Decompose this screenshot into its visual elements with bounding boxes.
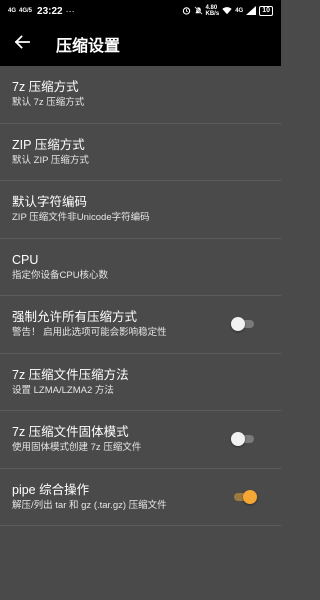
setting-subtitle: 默认 ZIP 压缩方式 bbox=[12, 154, 89, 166]
setting-title: 默认字符编码 bbox=[12, 195, 88, 210]
setting-subtitle: 警告！ 启用此选项可能会影响稳定性 bbox=[12, 327, 167, 339]
setting-title: 7z 压缩方式 bbox=[12, 80, 79, 95]
wifi-icon bbox=[222, 6, 232, 17]
network-indicator: 4G bbox=[8, 8, 17, 14]
setting-title: pipe 综合操作 bbox=[12, 482, 90, 497]
setting-subtitle: 使用固体模式创建 7z 压缩文件 bbox=[12, 442, 142, 454]
setting-7z-method[interactable]: 7z 压缩方式 默认 7z 压缩方式 bbox=[0, 66, 281, 124]
arrow-left-icon bbox=[14, 34, 30, 55]
setting-title: 强制允许所有压缩方式 bbox=[12, 310, 138, 325]
setting-subtitle: 指定你设备CPU核心数 bbox=[12, 269, 109, 281]
setting-7z-compression-method[interactable]: 7z 压缩文件压缩方法 设置 LZMA/LZMA2 方法 bbox=[0, 354, 281, 411]
setting-default-encoding[interactable]: 默认字符编码 ZIP 压缩文件非Unicode字符编码 bbox=[0, 181, 281, 239]
alarm-icon bbox=[182, 6, 191, 17]
page-title: 压缩设置 bbox=[56, 38, 121, 55]
network-speed: 4.80 KB/s bbox=[205, 5, 220, 17]
setting-subtitle: 解压/列出 tar 和 gz (.tar.gz) 压缩文件 bbox=[12, 499, 167, 511]
setting-title: CPU bbox=[12, 252, 39, 267]
setting-title: 7z 压缩文件固体模式 bbox=[12, 425, 129, 440]
setting-subtitle: ZIP 压缩文件非Unicode字符编码 bbox=[12, 212, 150, 224]
toggle-thumb bbox=[231, 317, 245, 332]
force-all-methods-toggle[interactable] bbox=[231, 317, 257, 332]
network-indicator-2: 4G/5 bbox=[19, 8, 33, 14]
settings-list: 7z 压缩方式 默认 7z 压缩方式 ZIP 压缩方式 默认 ZIP 压缩方式 … bbox=[0, 66, 281, 526]
setting-title: 7z 压缩文件压缩方法 bbox=[12, 367, 129, 382]
setting-pipe-operations[interactable]: pipe 综合操作 解压/列出 tar 和 gz (.tar.gz) 压缩文件 bbox=[0, 469, 281, 526]
setting-subtitle: 设置 LZMA/LZMA2 方法 bbox=[12, 384, 114, 396]
pipe-operations-toggle[interactable] bbox=[231, 489, 257, 504]
status-time: 23:22 bbox=[37, 5, 63, 17]
toggle-thumb bbox=[243, 489, 257, 504]
mute-icon bbox=[193, 5, 203, 17]
setting-title: ZIP 压缩方式 bbox=[12, 137, 85, 152]
battery-indicator: 10 bbox=[259, 6, 273, 16]
status-bar: 4G 4G/5 23:22 ··· 4.80 KB/s 4G 10 bbox=[0, 0, 281, 22]
toggle-thumb bbox=[231, 432, 245, 447]
network-indicator-3: 4G bbox=[235, 8, 244, 14]
back-button[interactable] bbox=[0, 22, 44, 66]
solid-mode-toggle[interactable] bbox=[231, 432, 257, 447]
setting-zip-method[interactable]: ZIP 压缩方式 默认 ZIP 压缩方式 bbox=[0, 124, 281, 181]
more-notifications-icon: ··· bbox=[65, 6, 75, 16]
app-bar: 压缩设置 bbox=[0, 22, 281, 66]
setting-cpu[interactable]: CPU 指定你设备CPU核心数 bbox=[0, 239, 281, 296]
setting-subtitle: 默认 7z 压缩方式 bbox=[12, 97, 85, 109]
setting-force-all-methods[interactable]: 强制允许所有压缩方式 警告！ 启用此选项可能会影响稳定性 bbox=[0, 296, 281, 354]
signal-icon bbox=[246, 5, 257, 17]
setting-7z-solid-mode[interactable]: 7z 压缩文件固体模式 使用固体模式创建 7z 压缩文件 bbox=[0, 411, 281, 469]
